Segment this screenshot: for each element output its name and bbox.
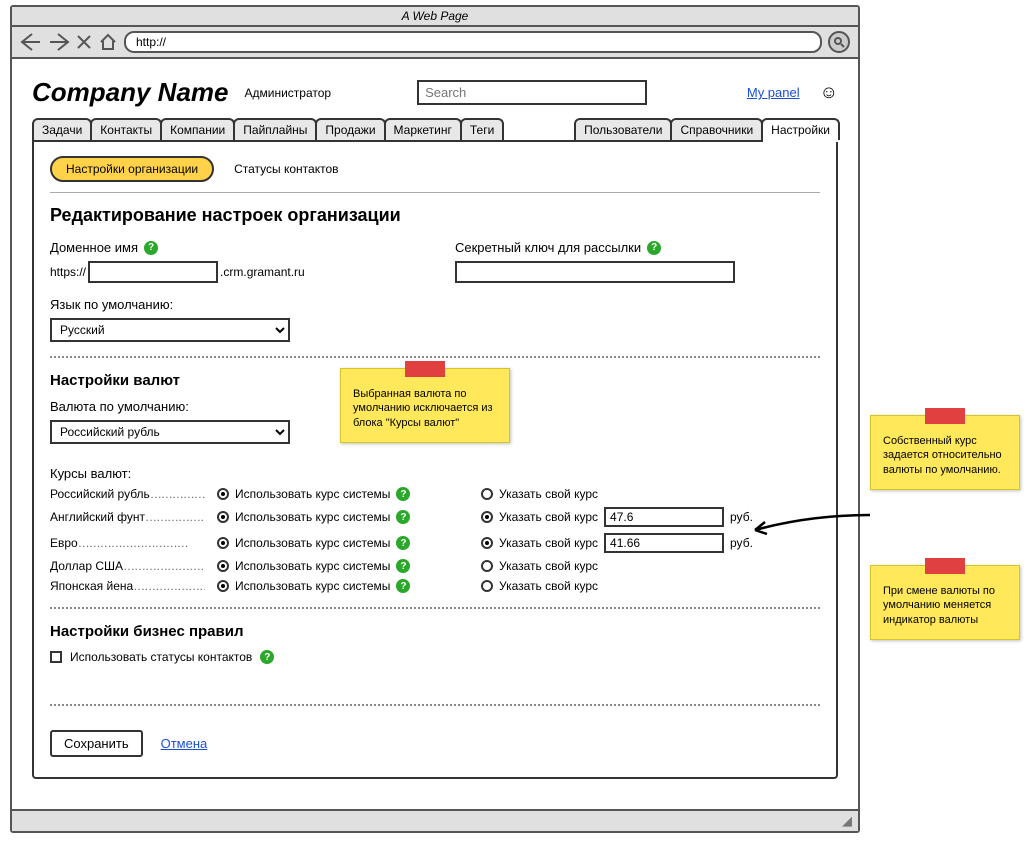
currency-name: Доллар США bbox=[50, 559, 205, 573]
window-title: A Web Page bbox=[12, 7, 858, 27]
default-currency-select[interactable]: Российский рубль bbox=[50, 420, 290, 444]
home-icon[interactable] bbox=[98, 32, 118, 52]
lang-label: Язык по умолчанию: bbox=[50, 297, 820, 312]
secret-input[interactable] bbox=[455, 261, 735, 283]
currency-unit: руб. bbox=[730, 510, 753, 524]
tab[interactable]: Теги bbox=[460, 118, 504, 140]
browser-toolbar: http:// bbox=[12, 27, 858, 59]
currency-name: Английский фунт bbox=[50, 510, 205, 524]
radio-own[interactable] bbox=[481, 537, 493, 549]
back-icon[interactable] bbox=[20, 32, 42, 52]
forward-icon[interactable] bbox=[48, 32, 70, 52]
radio-own[interactable] bbox=[481, 580, 493, 592]
currency-name: Евро bbox=[50, 536, 205, 550]
help-icon[interactable]: ? bbox=[260, 650, 274, 664]
user-role: Администратор bbox=[245, 86, 332, 100]
opt-own-label: Указать свой курс bbox=[499, 579, 598, 593]
help-icon[interactable]: ? bbox=[396, 487, 410, 501]
opt-own-label: Указать свой курс bbox=[499, 510, 598, 524]
radio-system[interactable] bbox=[217, 511, 229, 523]
note-own-rate: Собственный курс задается относительно в… bbox=[870, 415, 1020, 490]
my-panel-link[interactable]: My panel bbox=[747, 85, 800, 100]
help-icon[interactable]: ? bbox=[144, 241, 158, 255]
search-input[interactable] bbox=[417, 80, 647, 105]
opt-system-label: Использовать курс системы bbox=[235, 579, 390, 593]
help-icon[interactable]: ? bbox=[396, 510, 410, 524]
browser-window: A Web Page http:// Company Name Админист… bbox=[10, 5, 860, 833]
rate-input[interactable] bbox=[604, 533, 724, 553]
secret-label: Секретный ключ для рассылки bbox=[455, 240, 641, 255]
rate-input[interactable] bbox=[604, 507, 724, 527]
tab[interactable]: Задачи bbox=[32, 118, 92, 140]
domain-input[interactable] bbox=[88, 261, 218, 283]
currency-name: Российский рубль bbox=[50, 487, 205, 501]
radio-system[interactable] bbox=[217, 580, 229, 592]
note-default-currency: Выбранная валюта по умолчанию исключаетс… bbox=[340, 368, 510, 443]
help-icon[interactable]: ? bbox=[396, 559, 410, 573]
rate-row: Доллар США Использовать курс системы? Указ… bbox=[50, 559, 820, 573]
stop-icon[interactable] bbox=[76, 34, 92, 50]
tab[interactable]: Пайплайны bbox=[233, 118, 317, 140]
tab[interactable]: Маркетинг bbox=[384, 118, 462, 140]
use-statuses-label: Использовать статусы контактов bbox=[70, 650, 252, 664]
save-button[interactable]: Сохранить bbox=[50, 730, 143, 757]
opt-system-label: Использовать курс системы bbox=[235, 510, 390, 524]
opt-system-label: Использовать курс системы bbox=[235, 536, 390, 550]
tab[interactable]: Настройки bbox=[761, 118, 840, 140]
url-bar[interactable]: http:// bbox=[124, 31, 822, 53]
opt-own-label: Указать свой курс bbox=[499, 536, 598, 550]
user-icon[interactable]: ☺ bbox=[820, 82, 838, 103]
rate-row: Английский фунт Использовать курс системы… bbox=[50, 507, 820, 527]
tab[interactable]: Компании bbox=[160, 118, 235, 140]
page-title: Редактирование настроек организации bbox=[50, 205, 820, 226]
radio-system[interactable] bbox=[217, 537, 229, 549]
rate-row: Евро Использовать курс системы? Указать св… bbox=[50, 533, 820, 553]
subtab-org-settings[interactable]: Настройки организации bbox=[50, 156, 214, 182]
rate-row: Российский рубль Использовать курс систем… bbox=[50, 487, 820, 501]
main-tabs: ЗадачиКонтактыКомпанииПайплайныПродажиМа… bbox=[32, 118, 838, 142]
opt-own-label: Указать свой курс bbox=[499, 487, 598, 501]
rates-label: Курсы валют: bbox=[50, 466, 820, 481]
help-icon[interactable]: ? bbox=[647, 241, 661, 255]
use-statuses-checkbox[interactable] bbox=[50, 651, 62, 663]
help-icon[interactable]: ? bbox=[396, 536, 410, 550]
tab[interactable]: Пользователи bbox=[574, 118, 672, 140]
company-logo: Company Name bbox=[32, 77, 229, 108]
cancel-link[interactable]: Отмена bbox=[161, 736, 208, 751]
tab[interactable]: Контакты bbox=[90, 118, 162, 140]
lang-select[interactable]: Русский bbox=[50, 318, 290, 342]
note-currency-indicator: При смене валюты по умолчанию меняется и… bbox=[870, 565, 1020, 640]
domain-prefix: https:// bbox=[50, 265, 86, 279]
radio-system[interactable] bbox=[217, 560, 229, 572]
opt-system-label: Использовать курс системы bbox=[235, 487, 390, 501]
subtab-contact-statuses[interactable]: Статусы контактов bbox=[234, 162, 338, 176]
radio-own[interactable] bbox=[481, 560, 493, 572]
currency-unit: руб. bbox=[730, 536, 753, 550]
rate-row: Японская йена Использовать курс системы? У… bbox=[50, 579, 820, 593]
tab[interactable]: Справочники bbox=[670, 118, 763, 140]
biz-section-title: Настройки бизнес правил bbox=[50, 623, 820, 640]
currency-name: Японская йена bbox=[50, 579, 205, 593]
tab[interactable]: Продажи bbox=[315, 118, 385, 140]
go-button[interactable] bbox=[828, 31, 850, 53]
radio-own[interactable] bbox=[481, 511, 493, 523]
radio-own[interactable] bbox=[481, 488, 493, 500]
radio-system[interactable] bbox=[217, 488, 229, 500]
resize-grip[interactable]: ◢ bbox=[12, 809, 858, 831]
opt-own-label: Указать свой курс bbox=[499, 559, 598, 573]
opt-system-label: Использовать курс системы bbox=[235, 559, 390, 573]
domain-suffix: .crm.gramant.ru bbox=[220, 265, 305, 279]
help-icon[interactable]: ? bbox=[396, 579, 410, 593]
domain-label: Доменное имя bbox=[50, 240, 138, 255]
